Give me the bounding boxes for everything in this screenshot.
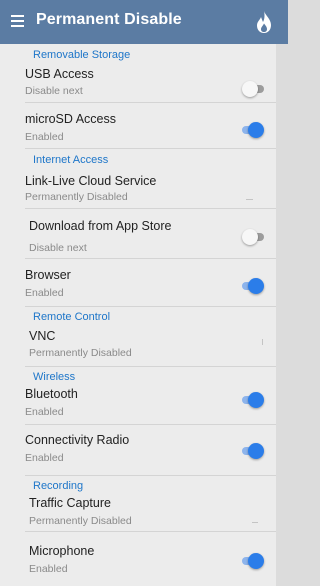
app-bar: Permanent Disable — [0, 0, 288, 44]
connectivity-radio-label: Connectivity Radio — [25, 433, 130, 447]
microphone-toggle[interactable] — [240, 552, 264, 570]
disabled-indicator — [262, 339, 263, 345]
divider — [25, 102, 276, 103]
divider — [25, 366, 276, 367]
divider — [25, 258, 276, 259]
microsd-access-toggle[interactable] — [240, 121, 264, 139]
section-header-wireless: Wireless — [33, 371, 76, 383]
scrollbar[interactable] — [276, 44, 288, 586]
download-app-store-label: Download from App Store — [29, 219, 172, 233]
disabled-indicator — [246, 199, 253, 200]
divider — [25, 148, 276, 149]
microsd-access-label: microSD Access — [25, 112, 116, 126]
browser-toggle[interactable] — [240, 277, 264, 295]
traffic-capture-status: Permanently Disabled — [29, 515, 132, 527]
microphone-status: Enabled — [29, 563, 68, 575]
app-window: Permanent Disable Removable Storage USB … — [0, 0, 288, 586]
browser-label: Browser — [25, 268, 71, 282]
vnc-label: VNC — [29, 329, 56, 343]
traffic-capture-label: Traffic Capture — [29, 496, 111, 510]
download-app-store-toggle[interactable] — [242, 228, 266, 246]
vnc-status: Permanently Disabled — [29, 347, 132, 359]
browser-status: Enabled — [25, 287, 64, 299]
section-header-remote-control: Remote Control — [33, 311, 111, 323]
page-title: Permanent Disable — [36, 11, 182, 28]
download-app-store-status: Disable next — [29, 242, 87, 254]
usb-access-status: Disable next — [25, 85, 83, 97]
bluetooth-status: Enabled — [25, 406, 64, 418]
link-live-label: Link-Live Cloud Service — [25, 174, 157, 188]
hamburger-icon[interactable] — [11, 15, 24, 27]
divider — [25, 531, 276, 532]
connectivity-radio-status: Enabled — [25, 452, 64, 464]
microsd-access-status: Enabled — [25, 131, 64, 143]
bluetooth-toggle[interactable] — [240, 391, 264, 409]
link-live-status: Permanently Disabled — [25, 191, 128, 203]
settings-list: Removable Storage USB Access Disable nex… — [0, 44, 276, 586]
divider — [25, 475, 276, 476]
divider — [25, 424, 276, 425]
usb-access-label: USB Access — [25, 67, 94, 81]
divider — [25, 208, 276, 209]
disabled-indicator — [252, 522, 258, 523]
section-header-internet-access: Internet Access — [33, 154, 109, 166]
divider — [25, 306, 276, 307]
microphone-label: Microphone — [29, 544, 95, 558]
connectivity-radio-toggle[interactable] — [240, 442, 264, 460]
usb-access-toggle[interactable] — [242, 80, 266, 98]
bluetooth-label: Bluetooth — [25, 387, 78, 401]
flame-icon[interactable] — [254, 10, 274, 34]
section-header-recording: Recording — [33, 480, 84, 492]
section-header-removable-storage: Removable Storage — [33, 49, 131, 61]
